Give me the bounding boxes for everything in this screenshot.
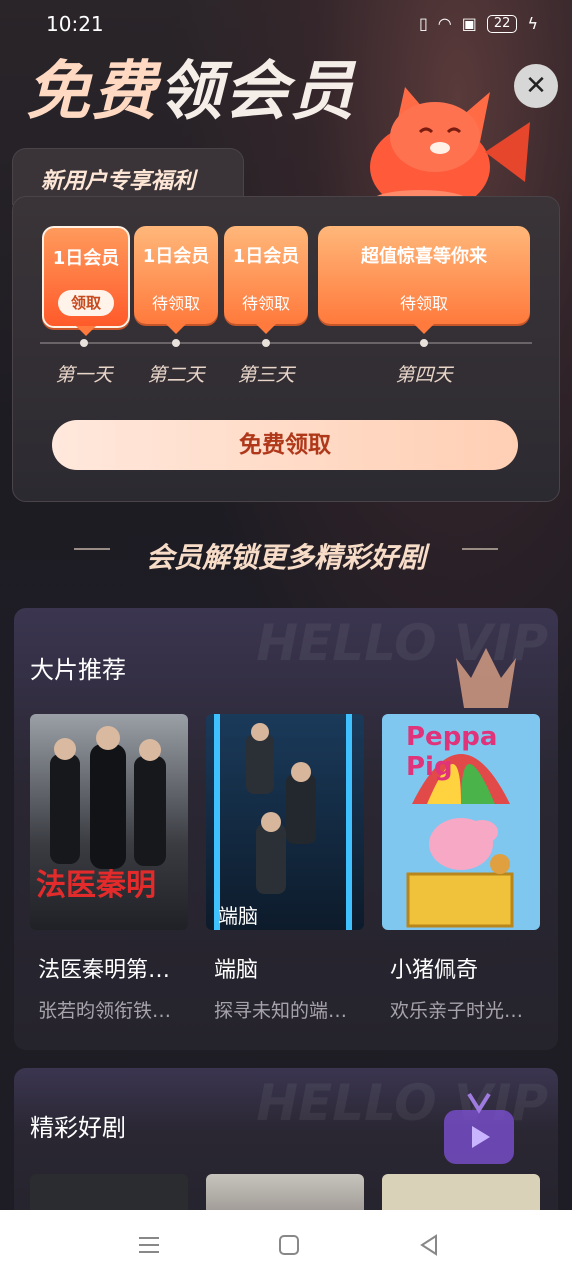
day-1-pointer	[76, 326, 96, 336]
section-title: 精彩好剧	[30, 1114, 126, 1142]
poster-image[interactable]	[382, 1174, 540, 1210]
poster-image[interactable]: 端脑	[206, 714, 364, 930]
timeline-dot	[172, 339, 180, 347]
status-bar: 10:21 ▯ ◠ ▣ 22 ϟ	[0, 0, 572, 50]
battery-icon: 22	[486, 14, 518, 33]
poster-title-text: 端脑	[218, 904, 258, 928]
timeline-dot	[420, 339, 428, 347]
day-1-label: 第一天	[55, 364, 113, 386]
item-title[interactable]: 小猪佩奇	[390, 952, 548, 984]
menu-icon[interactable]	[136, 1232, 162, 1258]
item-title[interactable]: 法医秦明第…	[38, 952, 196, 984]
day-4-status: 待领取	[399, 294, 448, 313]
day-2-reward: 1日会员	[142, 246, 210, 267]
day-3-card[interactable]: 1日会员 待领取	[224, 226, 308, 334]
day-3-status: 待领取	[241, 294, 290, 313]
free-claim-button[interactable]: 免费领取	[52, 420, 518, 470]
back-icon[interactable]	[416, 1232, 442, 1258]
unlock-title: 会员解锁更多精彩好剧	[145, 541, 426, 574]
progress-timeline	[40, 342, 532, 344]
item-subtitle: 欢乐亲子时光…	[390, 1000, 524, 1022]
poster-image[interactable]: 法医秦明	[30, 714, 188, 930]
day-2-status: 待领取	[151, 294, 200, 313]
poster-image[interactable]	[30, 1174, 188, 1210]
day-2-card[interactable]: 1日会员 待领取	[134, 226, 218, 334]
section-title: 大片推荐	[30, 656, 126, 684]
day-4-card[interactable]: 超值惊喜等你来 待领取	[318, 226, 530, 334]
home-icon[interactable]	[276, 1232, 302, 1258]
screen: 10:21 ▯ ◠ ▣ 22 ϟ 免费领会员 ✕ 新用户专享福利 1日会员 领取…	[0, 0, 572, 1210]
poster-image[interactable]: Peppa Pig	[382, 714, 540, 930]
poster-title-text: Peppa Pig	[406, 722, 498, 782]
day-1-reward: 1日会员	[52, 248, 120, 269]
day-3-reward: 1日会员	[232, 246, 300, 267]
day-2-label: 第二天	[147, 364, 205, 386]
close-button[interactable]: ✕	[514, 64, 558, 108]
item-subtitle: 探寻未知的端…	[214, 1000, 348, 1022]
welfare-tab-label: 新用户专享福利	[41, 169, 196, 194]
crown-icon	[456, 648, 516, 708]
featured-section: HELLO VIP 大片推荐 法医秦明 端脑 Peppa Pig 法医秦明第… …	[14, 608, 558, 1050]
day-4-pointer	[414, 324, 434, 334]
poster-title-text: 法医秦明	[36, 868, 156, 903]
poster-image[interactable]	[206, 1174, 364, 1210]
timeline-dot	[80, 339, 88, 347]
item-title[interactable]: 端脑	[214, 952, 372, 984]
poster-illustration	[214, 714, 352, 930]
day-4-reward: 超值惊喜等你来	[361, 246, 487, 267]
wifi-icon: ◠	[437, 14, 452, 33]
day-4-label: 第四天	[395, 364, 453, 386]
day-1-card[interactable]: 1日会员 领取	[42, 226, 130, 336]
item-subtitle: 张若昀领衔铁…	[38, 1000, 172, 1022]
status-time: 10:21	[46, 12, 104, 36]
timeline-dot	[262, 339, 270, 347]
day-1-claim-button[interactable]: 领取	[58, 290, 114, 316]
charging-icon: ϟ	[527, 14, 538, 33]
tv-icon	[444, 1092, 514, 1164]
day-3-pointer	[256, 324, 276, 334]
title-part-1: 免费	[26, 55, 158, 129]
drama-section: HELLO VIP 精彩好剧	[14, 1068, 558, 1210]
system-navigation-bar	[0, 1210, 572, 1280]
day-2-pointer	[166, 324, 186, 334]
day-3-label: 第三天	[237, 364, 295, 386]
vibrate-icon: ▯	[418, 14, 428, 33]
title-part-2: 领会员	[158, 55, 356, 129]
page-title: 免费领会员	[26, 56, 356, 128]
sim-off-icon: ▣	[461, 14, 477, 33]
status-icons: ▯ ◠ ▣ 22 ϟ	[419, 14, 538, 33]
